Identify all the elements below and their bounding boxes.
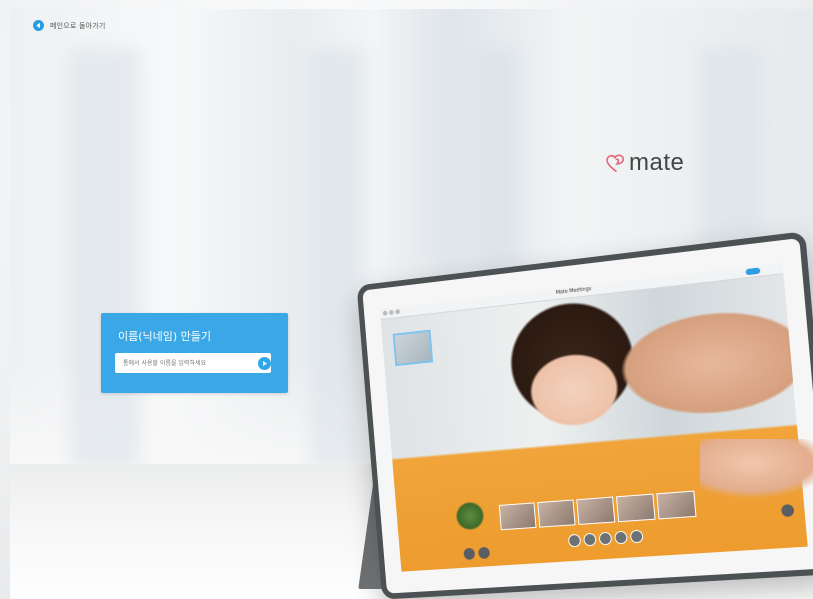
participant-thumbnail xyxy=(498,502,537,531)
participant-thumbnail xyxy=(576,496,616,525)
self-view-thumbnail xyxy=(392,329,434,367)
zoom-in-icon xyxy=(463,547,476,560)
call-controls xyxy=(567,529,644,548)
camera-icon xyxy=(583,532,597,547)
chat-icon xyxy=(614,530,628,545)
mic-icon xyxy=(567,533,582,548)
hero-illustration: Mate Meetings xyxy=(10,9,813,599)
video-feed xyxy=(380,274,808,572)
page-background: 메인으로 돌아가기 mate 이름(닉네임) 만들기 통에서 사용할 이름을 입… xyxy=(10,9,813,599)
share-icon xyxy=(598,531,613,546)
tablet-device: Mate Meetings xyxy=(356,231,813,599)
participant-thumbnails xyxy=(498,490,697,531)
hand-touching-screen xyxy=(700,439,813,499)
participant-thumbnail xyxy=(615,493,656,523)
end-call-icon xyxy=(629,529,644,544)
toggle-switch xyxy=(745,267,761,276)
more-icon xyxy=(780,503,795,518)
participant-thumbnail xyxy=(656,490,697,520)
participant-thumbnail xyxy=(537,499,576,528)
zoom-out-icon xyxy=(478,546,491,560)
tablet-screen: Mate Meetings xyxy=(379,262,808,572)
plant-decoration xyxy=(456,501,484,531)
